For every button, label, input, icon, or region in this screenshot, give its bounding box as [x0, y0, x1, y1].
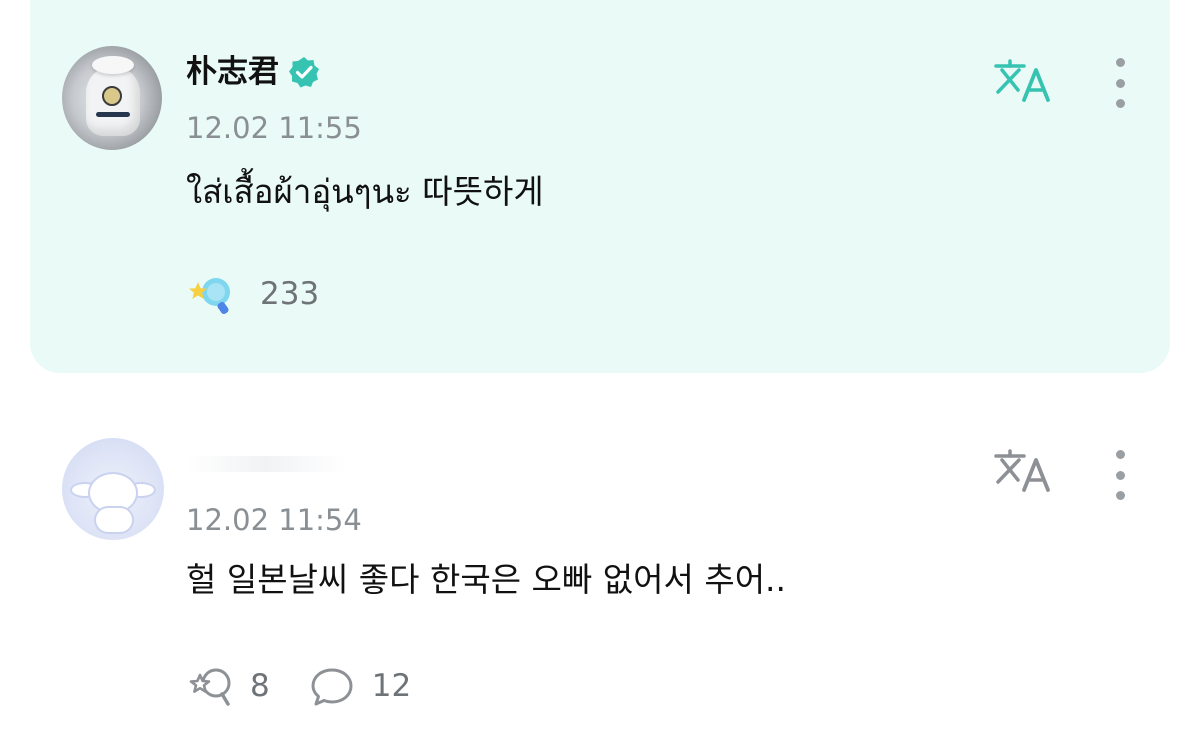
cheer-outline-icon: [186, 664, 236, 708]
artist-name[interactable]: 朴志君: [186, 52, 279, 92]
more-dot: [1115, 58, 1125, 67]
more-dot: [1115, 470, 1125, 480]
reply-bubble-icon: [308, 664, 358, 708]
avatar-bunny-head: [90, 474, 136, 512]
comment-reply-count: 12: [371, 668, 412, 704]
comment-like-count: 8: [250, 668, 270, 704]
post-timestamp: 12.02 11:55: [186, 111, 362, 145]
comment-reply-button[interactable]: 12: [308, 664, 411, 708]
more-dot: [1115, 78, 1125, 88]
post-reaction-count: 233: [260, 276, 320, 312]
avatar-plush-stripe: [96, 112, 130, 117]
more-dot: [1115, 99, 1125, 108]
artist-name-row: 朴志君: [186, 52, 321, 92]
comment-thread-screen: 朴志君 12.02 11:55 ใส่เสื้อผ้าอุ่นๆนะ 따뜻하게 …: [0, 0, 1200, 736]
comment-text: 헐 일본날씨 좋다 한국은 오빠 없어서 추어..: [186, 560, 787, 599]
verified-badge-icon: [287, 55, 321, 89]
avatar-plush-hat: [92, 56, 134, 74]
more-dot: [1115, 491, 1125, 500]
comment-translate-icon[interactable]: [992, 448, 1054, 494]
comment-timestamp: 12.02 11:54: [186, 503, 362, 537]
commenter-avatar[interactable]: [62, 438, 164, 540]
post-text: ใส่เสื้อผ้าอุ่นๆนะ 따뜻하게: [186, 172, 544, 211]
cheer-lightstick-icon[interactable]: [186, 272, 236, 316]
comment-more-icon[interactable]: [1113, 450, 1127, 500]
comment-action-bar: 8 12: [186, 664, 449, 708]
post-translate-icon[interactable]: [992, 58, 1054, 104]
post-reaction-row: 233: [186, 272, 319, 316]
avatar-plush-face: [102, 86, 122, 106]
avatar-bunny-body: [96, 508, 132, 532]
commenter-name-redacted: [186, 456, 346, 472]
post-more-icon[interactable]: [1113, 58, 1127, 108]
comment-like-button[interactable]: 8: [186, 664, 270, 708]
more-dot: [1115, 450, 1125, 459]
artist-avatar[interactable]: [62, 46, 162, 150]
